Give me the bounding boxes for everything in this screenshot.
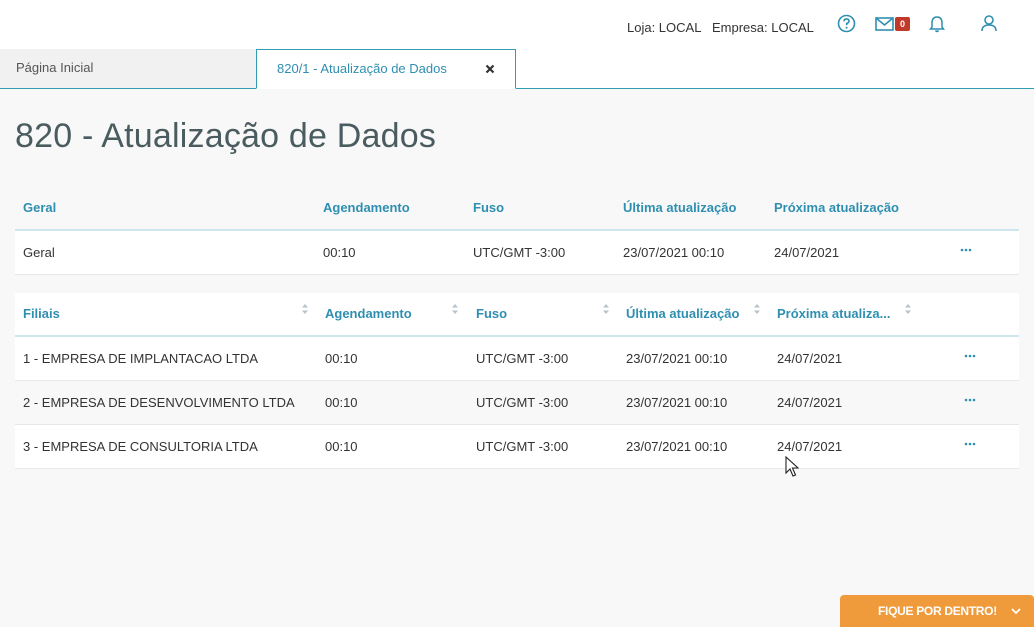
branches-table: Filiais Agendamento Fuso Última atualiza… — [15, 293, 1019, 469]
cell: 00:10 — [323, 245, 356, 260]
cell: 2 - EMPRESA DE DESENVOLVIMENTO LTDA — [23, 395, 295, 410]
sort-icon[interactable] — [753, 303, 761, 315]
more-icon[interactable] — [963, 351, 977, 361]
cell: 23/07/2021 00:10 — [626, 351, 728, 366]
cell: 23/07/2021 00:10 — [623, 245, 725, 260]
user-icon[interactable] — [980, 14, 998, 32]
column-header[interactable]: Fuso — [476, 306, 507, 321]
general-table: Geral Agendamento Fuso Última atualizaçã… — [15, 185, 1019, 275]
cell: UTC/GMT -3:00 — [476, 439, 569, 454]
cell: UTC/GMT -3:00 — [476, 351, 569, 366]
cell: 00:10 — [325, 395, 358, 410]
column-header[interactable]: Agendamento — [325, 306, 412, 321]
column-header: Agendamento — [323, 200, 410, 215]
table-header: Geral Agendamento Fuso Última atualizaçã… — [15, 185, 1019, 231]
mail-icon[interactable] — [875, 17, 894, 31]
cell: 23/07/2021 00:10 — [626, 395, 728, 410]
more-icon[interactable] — [963, 439, 977, 449]
column-header: Próxima atualização — [774, 200, 899, 215]
mouse-cursor-icon — [785, 456, 799, 477]
cell: 24/07/2021 — [774, 245, 840, 260]
more-icon[interactable] — [963, 395, 977, 405]
stay-informed-label: FIQUE POR DENTRO! — [878, 604, 997, 618]
table-header: Filiais Agendamento Fuso Última atualiza… — [15, 293, 1019, 337]
tab-bar: Página Inicial 820/1 - Atualização de Da… — [0, 49, 1034, 89]
bell-icon[interactable] — [929, 15, 945, 33]
sort-icon[interactable] — [301, 303, 309, 315]
cell: UTC/GMT -3:00 — [473, 245, 566, 260]
mail-count-badge: 0 — [895, 17, 910, 31]
cell: Geral — [23, 245, 55, 260]
cell: 00:10 — [325, 351, 358, 366]
table-row: Geral 00:10 UTC/GMT -3:00 23/07/2021 00:… — [15, 231, 1019, 275]
close-icon[interactable] — [483, 62, 497, 76]
column-header: Fuso — [473, 200, 505, 215]
cell: 3 - EMPRESA DE CONSULTORIA LTDA — [23, 439, 258, 454]
sort-icon[interactable] — [602, 303, 610, 315]
cell: 00:10 — [325, 439, 358, 454]
table-row: 1 - EMPRESA DE IMPLANTACAO LTDA 00:10 UT… — [15, 337, 1019, 381]
column-header[interactable]: Última atualização — [626, 306, 739, 321]
column-header[interactable]: Filiais — [23, 306, 60, 321]
company-label: Empresa: LOCAL — [712, 20, 814, 35]
stay-informed-button[interactable]: FIQUE POR DENTRO! — [840, 595, 1034, 627]
cell: 24/07/2021 — [777, 439, 843, 454]
cell: 24/07/2021 — [777, 351, 843, 366]
cell: UTC/GMT -3:00 — [476, 395, 569, 410]
chevron-down-icon[interactable] — [1010, 605, 1022, 617]
sort-icon[interactable] — [904, 303, 912, 315]
top-bar: Loja: LOCAL Empresa: LOCAL 0 — [0, 0, 1034, 49]
column-header: Última atualização — [623, 200, 737, 215]
cell: 1 - EMPRESA DE IMPLANTACAO LTDA — [23, 351, 259, 366]
table-row: 2 - EMPRESA DE DESENVOLVIMENTO LTDA 00:1… — [15, 381, 1019, 425]
cell: 23/07/2021 00:10 — [626, 439, 728, 454]
tab-home[interactable]: Página Inicial — [0, 49, 256, 88]
tab-label: 820/1 - Atualização de Dados — [277, 61, 447, 76]
page-title: 820 - Atualização de Dados — [15, 117, 437, 155]
column-header: Geral — [23, 200, 57, 215]
store-label: Loja: LOCAL — [627, 20, 702, 35]
more-icon[interactable] — [959, 245, 973, 255]
column-header[interactable]: Próxima atualiza... — [777, 306, 890, 321]
cell: 24/07/2021 — [777, 395, 843, 410]
table-row: 3 - EMPRESA DE CONSULTORIA LTDA 00:10 UT… — [15, 425, 1019, 469]
help-icon[interactable] — [837, 14, 856, 33]
tab-data-update[interactable]: 820/1 - Atualização de Dados — [256, 49, 516, 89]
sort-icon[interactable] — [451, 303, 459, 315]
